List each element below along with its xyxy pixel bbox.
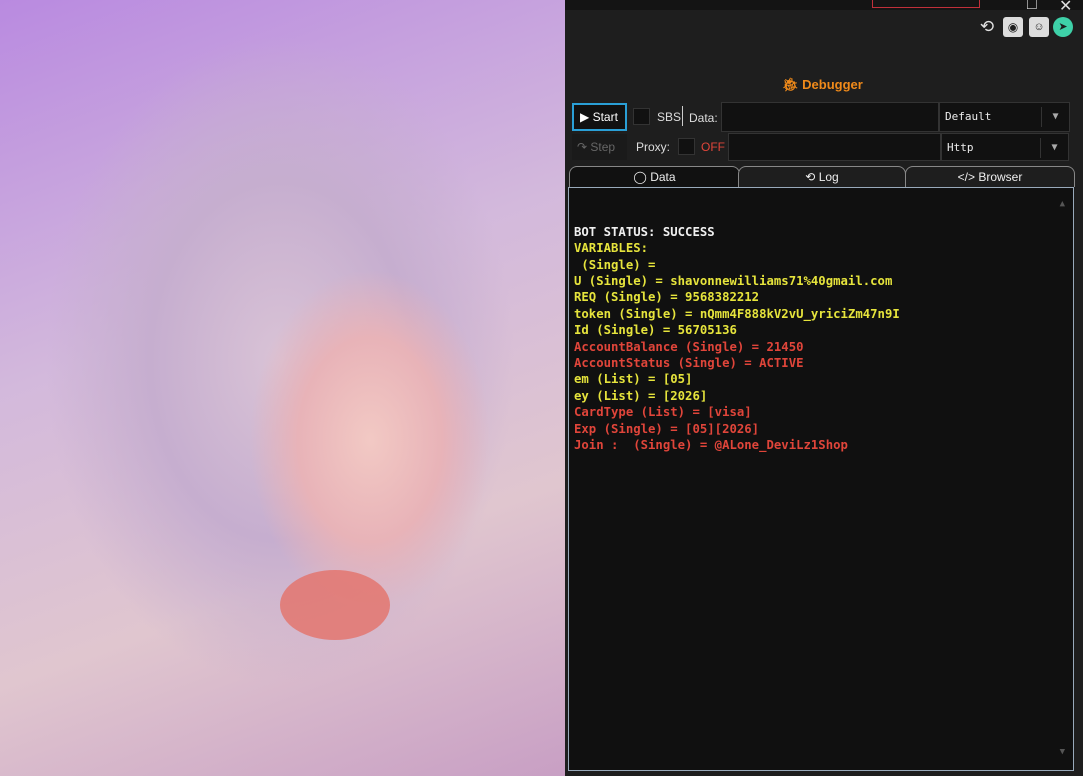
chevron-down-icon: ▼ <box>1040 138 1068 158</box>
start-label: Start <box>592 110 618 124</box>
step-icon: ↷ <box>577 140 588 154</box>
proxy-checkbox[interactable] <box>678 138 695 155</box>
output-line: token (Single) = nQmm4F888kV2vU_yriciZm4… <box>574 306 900 321</box>
title-badge <box>872 0 980 8</box>
debugger-panel: □ ✕ ⟲ ◉ ☺ ➤ 🐞︎ Debugger ▶ Start SBS Data… <box>565 0 1083 776</box>
output-line: ey (List) = [2026] <box>574 388 708 403</box>
data-label: Data: <box>689 111 718 125</box>
data-type-value: Default <box>945 110 992 123</box>
sbs-checkbox[interactable] <box>633 108 650 125</box>
output-line: VARIABLES: <box>574 241 649 256</box>
output-line: em (List) = [05] <box>574 372 693 387</box>
scroll-down-icon[interactable]: ▼ <box>1060 744 1065 760</box>
step-button[interactable]: ↷ Step <box>572 134 627 160</box>
output-line: Exp (Single) = [05][2026] <box>574 421 760 436</box>
history-icon: ⟲ <box>805 170 816 184</box>
proxy-type-value: Http <box>947 141 974 154</box>
play-icon: ▶ <box>580 110 590 124</box>
bug-icon: 🐞︎ <box>782 77 799 92</box>
output-line: (Single) = <box>574 257 656 272</box>
proxy-type-select[interactable]: Http ▼ <box>941 133 1069 161</box>
title-bar <box>565 0 1083 10</box>
telegram-icon[interactable]: ➤ <box>1053 17 1073 37</box>
discord-icon[interactable]: ☺ <box>1029 17 1049 37</box>
output-console[interactable]: BOT STATUS: SUCCESS VARIABLES: (Single) =… <box>568 187 1074 771</box>
camera-icon[interactable]: ◉ <box>1003 17 1023 37</box>
output-line: U (Single) = shavonnewilliams71%40gmail.… <box>574 274 893 289</box>
data-input[interactable] <box>721 102 939 132</box>
photo-detail <box>280 570 390 640</box>
scroll-up-icon[interactable]: ▲ <box>1060 196 1065 212</box>
tab-log[interactable]: ⟲ Log <box>738 166 906 187</box>
code-icon: </> <box>957 170 975 184</box>
output-line: AccountStatus (Single) = ACTIVE <box>574 356 804 371</box>
output-line: REQ (Single) = 9568382212 <box>574 290 760 305</box>
tab-label: Data <box>650 170 676 184</box>
history-icon[interactable]: ⟲ <box>977 17 997 37</box>
tab-label: Log <box>818 170 839 184</box>
sbs-label: SBS <box>657 110 682 124</box>
separator <box>682 106 683 126</box>
circle-icon: ◯ <box>633 170 647 184</box>
step-label: Step <box>590 140 616 154</box>
output-line: BOT STATUS: SUCCESS <box>574 224 715 239</box>
close-icon[interactable]: ✕ <box>1059 0 1072 16</box>
start-button[interactable]: ▶ Start <box>572 103 627 131</box>
maximize-icon[interactable]: □ <box>1027 0 1037 14</box>
debugger-title: 🐞︎ Debugger <box>782 77 863 93</box>
proxy-input[interactable] <box>728 133 941 161</box>
output-line: AccountBalance (Single) = 21450 <box>574 339 804 354</box>
output-line: Id (Single) = 56705136 <box>574 323 737 338</box>
chevron-down-icon: ▼ <box>1041 107 1069 127</box>
tab-browser[interactable]: </> Browser <box>905 166 1075 187</box>
proxy-state: OFF <box>701 140 725 154</box>
data-type-select[interactable]: Default ▼ <box>939 102 1070 132</box>
output-line: CardType (List) = [visa] <box>574 405 752 420</box>
tab-data[interactable]: ◯ Data <box>569 166 740 187</box>
tab-label: Browser <box>978 170 1023 184</box>
portrait-image <box>0 0 565 776</box>
proxy-label: Proxy: <box>636 140 671 154</box>
output-line: Join : (Single) = @ALone_DeviLz1Shop <box>574 438 848 453</box>
debugger-label: Debugger <box>802 77 863 92</box>
